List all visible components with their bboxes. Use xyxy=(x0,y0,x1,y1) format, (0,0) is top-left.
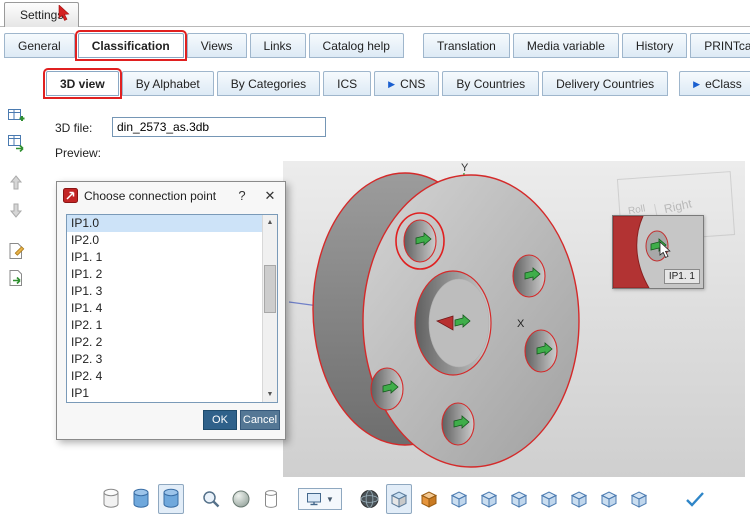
play-icon: ▶ xyxy=(693,79,701,89)
shaded-cylinder-view-icon[interactable] xyxy=(128,484,154,514)
connection-point-tooltip: IP1. 1 xyxy=(612,215,704,289)
classification-sub-tab-strip: 3D view By Alphabet By Categories ICS ▶ C… xyxy=(43,68,750,99)
subtab-by-categories[interactable]: By Categories xyxy=(216,71,321,96)
preview-label: Preview: xyxy=(55,146,102,160)
move-down-icon[interactable] xyxy=(5,199,27,221)
3d-file-label: 3D file: xyxy=(55,121,93,135)
tooltip-label: IP1. 1 xyxy=(663,269,700,284)
view-mode-toolbar: ▼ xyxy=(98,480,708,518)
list-item[interactable]: IP1.0 xyxy=(67,215,262,232)
tab-printcatalog[interactable]: PRINTcatalog xyxy=(690,33,750,58)
add-table-icon[interactable] xyxy=(5,104,27,126)
dialog-close-button[interactable]: ✕ xyxy=(259,188,281,204)
list-item[interactable]: IP2. 2 xyxy=(67,334,262,351)
wire-box-view-icon[interactable] xyxy=(596,484,622,514)
list-item[interactable]: IP1. 4 xyxy=(67,300,262,317)
sphere-view-icon[interactable] xyxy=(228,484,254,514)
cancel-button[interactable]: Cancel xyxy=(240,410,280,430)
tab-views[interactable]: Views xyxy=(186,33,247,58)
wire-box-view-icon[interactable] xyxy=(476,484,502,514)
subtab-cns[interactable]: ▶ CNS xyxy=(374,71,440,96)
main-tab-strip: General Classification Views Links Catal… xyxy=(4,30,750,61)
tab-history[interactable]: History xyxy=(621,33,688,58)
scroll-up-icon[interactable]: ▲ xyxy=(263,215,277,230)
subtab-delivery-countries[interactable]: Delivery Countries xyxy=(542,71,669,96)
3d-file-input[interactable] xyxy=(112,117,326,137)
scroll-down-icon[interactable]: ▼ xyxy=(263,387,277,402)
mesh-sphere-view-icon[interactable] xyxy=(356,484,382,514)
dialog-title-bar[interactable]: Choose connection point ? ✕ xyxy=(57,182,285,209)
display-mode-dropdown[interactable]: ▼ xyxy=(298,488,342,510)
tab-classification[interactable]: Classification xyxy=(74,30,187,61)
y-axis-label: Y xyxy=(461,162,469,174)
wire-box-view-icon[interactable] xyxy=(506,484,532,514)
screen-icon xyxy=(307,493,322,506)
window-top-bar: Settings xyxy=(0,0,750,27)
dialog-app-icon xyxy=(63,188,78,203)
flange-3d-model: Y X xyxy=(288,162,580,468)
choose-connection-point-dialog: Choose connection point ? ✕ IP1.0 IP2.0 … xyxy=(56,181,286,440)
x-axis-label: X xyxy=(517,318,525,330)
subtab-3d-view[interactable]: 3D view xyxy=(43,68,122,99)
list-item[interactable]: IP2.0 xyxy=(67,232,262,249)
cup-view-icon[interactable] xyxy=(258,484,284,514)
wire-box-view-icon[interactable] xyxy=(566,484,592,514)
list-scrollbar[interactable]: ▲ ▼ xyxy=(262,215,277,402)
wire-box-view-icon[interactable] xyxy=(446,484,472,514)
subtab-by-alphabet[interactable]: By Alphabet xyxy=(121,71,214,96)
subtab-eclass[interactable]: ▶ eClass xyxy=(679,71,750,96)
scrollbar-thumb[interactable] xyxy=(264,265,276,313)
wire-box-view-icon[interactable] xyxy=(626,484,652,514)
subtab-ics[interactable]: ICS xyxy=(323,71,372,96)
import-table-icon[interactable] xyxy=(5,131,27,153)
dialog-help-button[interactable]: ? xyxy=(231,188,253,203)
shaded-cylinder-view-active-icon[interactable] xyxy=(158,484,184,514)
settings-tab-label: Settings xyxy=(20,8,64,22)
edit-document-icon[interactable] xyxy=(5,240,27,262)
red-cursor-annotation-icon xyxy=(58,5,70,21)
dropdown-arrow-icon: ▼ xyxy=(326,494,334,504)
solid-box-view-icon[interactable] xyxy=(386,484,412,514)
tab-media-variable[interactable]: Media variable xyxy=(512,33,619,58)
cylinder-view-icon[interactable] xyxy=(98,484,124,514)
list-item[interactable]: IP1. 2 xyxy=(67,266,262,283)
3d-preview-viewport[interactable]: Roll Right Y X IP1. 1 xyxy=(283,161,745,477)
tab-catalog-help[interactable]: Catalog help xyxy=(308,33,404,58)
list-item[interactable]: IP2. 1 xyxy=(67,317,262,334)
list-item[interactable]: IP1 xyxy=(67,385,262,402)
tab-links[interactable]: Links xyxy=(249,33,306,58)
left-toolbar xyxy=(3,104,29,289)
list-item[interactable]: IP1. 3 xyxy=(67,283,262,300)
export-document-icon[interactable] xyxy=(5,267,27,289)
list-item[interactable]: IP2. 4 xyxy=(67,368,262,385)
textured-box-view-icon[interactable] xyxy=(416,484,442,514)
zoom-icon[interactable] xyxy=(198,484,224,514)
subtab-by-countries[interactable]: By Countries xyxy=(442,71,540,96)
connection-point-list: IP1.0 IP2.0 IP1. 1 IP1. 2 IP1. 3 IP1. 4 … xyxy=(66,214,278,403)
tab-translation[interactable]: Translation xyxy=(422,33,510,58)
wire-box-view-icon[interactable] xyxy=(536,484,562,514)
play-icon: ▶ xyxy=(388,79,396,89)
list-item[interactable]: IP1. 1 xyxy=(67,249,262,266)
tab-general[interactable]: General xyxy=(4,33,75,58)
move-up-icon[interactable] xyxy=(5,172,27,194)
list-item[interactable]: IP2. 3 xyxy=(67,351,262,368)
ok-button[interactable]: OK xyxy=(203,410,237,430)
confirm-check-icon[interactable] xyxy=(682,484,708,514)
dialog-title: Choose connection point xyxy=(84,188,217,203)
